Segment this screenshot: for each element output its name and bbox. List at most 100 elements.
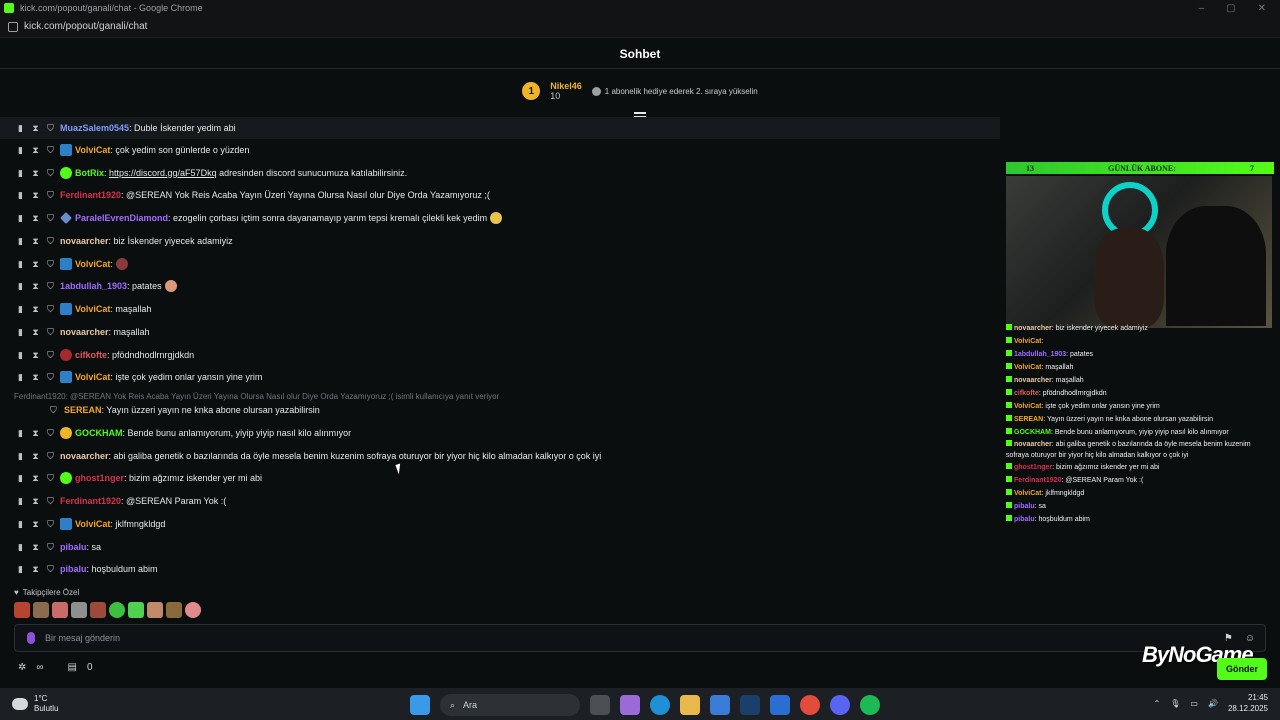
ban-icon[interactable]: ⛉ — [46, 190, 55, 200]
ban-icon[interactable]: ⛉ — [46, 564, 55, 574]
ban-icon[interactable]: ⛉ — [46, 473, 55, 483]
emote-button[interactable] — [71, 602, 87, 618]
timeout-icon[interactable]: ⧗ — [31, 259, 40, 269]
settings-icon[interactable]: ✲ — [18, 662, 26, 673]
task-view-icon[interactable] — [590, 695, 610, 715]
timeout-icon[interactable]: ⧗ — [31, 542, 40, 552]
chat-username[interactable]: novaarcher — [60, 236, 109, 246]
delete-icon[interactable]: ▮ — [16, 259, 25, 269]
chat-username[interactable]: cifkofte — [75, 350, 107, 360]
delete-icon[interactable]: ▮ — [16, 213, 25, 223]
chat-username[interactable]: VolviCat — [75, 304, 110, 314]
top-gifter-name[interactable]: Nikel46 — [550, 81, 582, 91]
discord-icon[interactable] — [830, 695, 850, 715]
chat-message[interactable]: ▮ ⧗ ⛉ ghost1nger: bizim ağzımız iskender ye… — [0, 467, 1000, 489]
chrome-icon[interactable] — [800, 695, 820, 715]
ban-icon[interactable]: ⛉ — [46, 451, 55, 461]
ban-icon[interactable]: ⛉ — [46, 236, 55, 246]
chat-message[interactable]: ▮ ⧗ ⛉ pibalu: sa — [0, 536, 1000, 558]
emote-button[interactable] — [147, 602, 163, 618]
chat-link[interactable]: https://discord.gg/aF57Dkq — [109, 168, 217, 178]
chat-message[interactable]: ▮ ⧗ ⛉ ParalelEvrenDiamond: ezogelin çorbası… — [0, 207, 1000, 229]
ban-icon[interactable]: ⛉ — [46, 372, 55, 382]
chat-username[interactable]: ghost1nger — [75, 473, 124, 483]
timeout-icon[interactable]: ⧗ — [31, 281, 40, 291]
chat-username[interactable]: 1abdullah_1903 — [60, 281, 127, 291]
ban-icon[interactable]: ⛉ — [46, 519, 55, 529]
chat-message[interactable]: ▮ ⧗ ⛉ cifkofte: pfödndhodlrnrgjdkdn — [0, 344, 1000, 366]
timeout-icon[interactable]: ⧗ — [31, 145, 40, 155]
chat-message[interactable]: ▮ ⧗ ⛉ pibalu: hoşbuldum abim — [0, 558, 1000, 580]
file-explorer-icon[interactable] — [680, 695, 700, 715]
emote-button[interactable] — [14, 602, 30, 618]
chat-username[interactable]: ParalelEvrenDiamond — [75, 213, 168, 223]
timeout-icon[interactable]: ⧗ — [31, 473, 40, 483]
timeout-icon[interactable]: ⧗ — [31, 304, 40, 314]
mail-icon[interactable] — [770, 695, 790, 715]
ban-icon[interactable]: ⛉ — [46, 428, 55, 438]
chat-username[interactable]: VolviCat — [75, 259, 110, 269]
url-text[interactable]: kick.com/popout/ganali/chat — [24, 21, 147, 32]
delete-icon[interactable]: ▮ — [16, 473, 25, 483]
minimize-icon[interactable]: – — [1199, 3, 1205, 14]
ban-icon[interactable]: ⛉ — [46, 168, 55, 178]
timeout-icon[interactable]: ⧗ — [31, 372, 40, 382]
delete-icon[interactable]: ▮ — [16, 542, 25, 552]
ban-icon[interactable]: ⛉ — [46, 327, 55, 337]
chat-message[interactable]: ▮ ⧗ ⛉ MuazSalem0545: Duble İskender yedim a… — [0, 117, 1000, 139]
timeout-icon[interactable]: ⧗ — [31, 451, 40, 461]
chat-username[interactable]: GOCKHAM — [75, 428, 123, 438]
site-info-icon[interactable] — [8, 21, 18, 32]
ban-icon[interactable]: ⛉ — [46, 350, 55, 360]
chat-message[interactable]: ▮ ⧗ ⛉ novaarcher: abi galiba genetik o bazı… — [0, 445, 1000, 467]
send-button[interactable]: Gönder — [1217, 658, 1267, 680]
chat-message[interactable]: ▮ ⧗ ⛉ novaarcher: biz İskender yiyecek adam… — [0, 230, 1000, 252]
delete-icon[interactable]: ▮ — [16, 428, 25, 438]
emote-button[interactable] — [128, 602, 144, 618]
chat-message[interactable]: ▮ ⧗ ⛉ VolviCat: çok yedim son günlerde o yü… — [0, 139, 1000, 161]
chat-username[interactable]: MuazSalem0545 — [60, 123, 129, 133]
chat-message[interactable]: ⛉ SEREAN: Yayın üzzeri yayın ne knka abon… — [0, 399, 1000, 421]
chat-username[interactable]: VolviCat — [75, 519, 110, 529]
copilot-icon[interactable] — [620, 695, 640, 715]
emote-button[interactable] — [52, 602, 68, 618]
chat-username[interactable]: VolviCat — [75, 372, 110, 382]
weather-widget[interactable]: 1°C Bulutlu — [12, 694, 132, 714]
timeout-icon[interactable]: ⧗ — [31, 123, 40, 133]
chat-message[interactable]: ▮ ⧗ ⛉ VolviCat: işte çok yedim onlar yansın… — [0, 366, 1000, 388]
ban-icon[interactable]: ⛉ — [46, 304, 55, 314]
steam-icon[interactable] — [740, 695, 760, 715]
delete-icon[interactable]: ▮ — [16, 304, 25, 314]
chat-message[interactable]: ▮ ⧗ ⛉ VolviCat: maşallah — [0, 298, 1000, 320]
tray-chevron-icon[interactable]: ⌃ — [1154, 699, 1161, 708]
link-icon[interactable]: ∞ — [36, 662, 43, 673]
maximize-icon[interactable]: ▢ — [1226, 3, 1235, 14]
timeout-icon[interactable]: ⧗ — [31, 564, 40, 574]
edge-icon[interactable] — [650, 695, 670, 715]
timeout-icon[interactable]: ⧗ — [31, 327, 40, 337]
ban-icon[interactable]: ⛉ — [46, 281, 55, 291]
emote-button[interactable] — [33, 602, 49, 618]
taskbar-search[interactable]: ⌕ Ara — [440, 694, 580, 716]
chat-username[interactable]: VolviCat — [75, 145, 110, 155]
emote-button[interactable] — [109, 602, 125, 618]
chat-message[interactable]: ▮ ⧗ ⛉ BotRix: https://discord.gg/aF57Dkq ad… — [0, 162, 1000, 184]
delete-icon[interactable]: ▮ — [16, 123, 25, 133]
top-gifter[interactable]: Nikel46 10 — [550, 81, 582, 101]
ban-icon[interactable]: ⛉ — [46, 213, 55, 223]
chat-username[interactable]: novaarcher — [60, 451, 109, 461]
chat-username[interactable]: novaarcher — [60, 327, 109, 337]
emote-button[interactable] — [166, 602, 182, 618]
delete-icon[interactable]: ▮ — [16, 327, 25, 337]
delete-icon[interactable]: ▮ — [16, 519, 25, 529]
chat-message[interactable]: ▮ ⧗ ⛉ 1abdullah_1903: patates — [0, 275, 1000, 297]
delete-icon[interactable]: ▮ — [16, 145, 25, 155]
start-icon[interactable] — [410, 695, 430, 715]
microphone-icon[interactable] — [27, 632, 35, 644]
network-icon[interactable]: ▭ — [1190, 699, 1198, 708]
delete-icon[interactable]: ▮ — [16, 451, 25, 461]
ban-icon[interactable]: ⛉ — [46, 542, 55, 552]
clock[interactable]: 21:45 28.12.2025 — [1228, 692, 1268, 714]
chat-message[interactable]: ▮ ⧗ ⛉ Ferdinant1920: @SEREAN Param Yok :( — [0, 490, 1000, 512]
emote-button[interactable] — [90, 602, 106, 618]
